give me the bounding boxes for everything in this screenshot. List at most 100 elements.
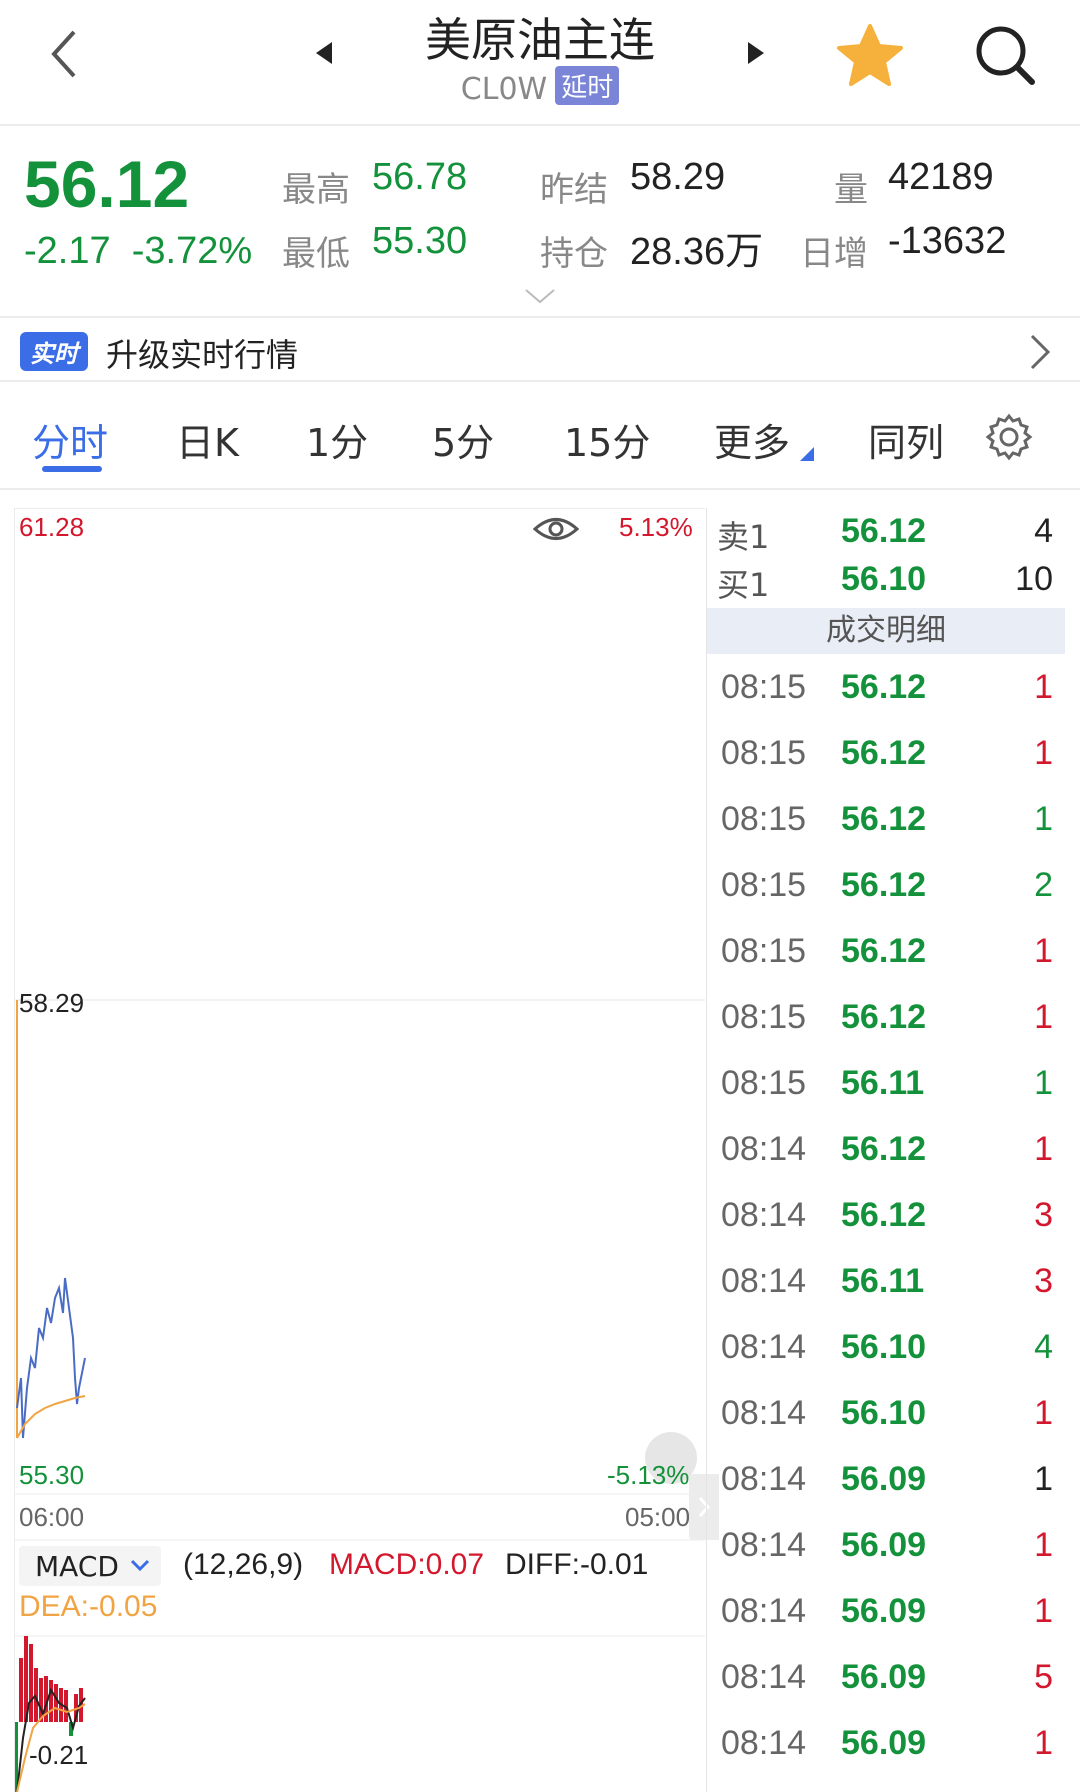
tab-more[interactable]: 更多 (714, 412, 790, 467)
ask-1-row: 卖1 56.12 4 (707, 512, 1065, 558)
upgrade-realtime-banner[interactable]: 实时 升级实时行情 (0, 316, 1080, 382)
ask-1-volume: 4 (1034, 512, 1053, 550)
trade-price: 56.09 (841, 1592, 927, 1630)
trade-row: 08:15 56.12 1 (707, 660, 1065, 720)
macd-params: (12,26,9) (183, 1548, 304, 1581)
trade-volume: 1 (1034, 1064, 1053, 1102)
chevron-down-icon (129, 1554, 151, 1580)
active-tab-indicator (42, 466, 102, 472)
ask-1-label: 卖1 (717, 518, 770, 556)
tab-15min[interactable]: 15分 (564, 412, 650, 467)
trade-row: 08:15 56.12 1 (707, 990, 1065, 1050)
trade-detail-header[interactable]: 成交明细 (707, 608, 1065, 654)
y-max-label: 61.28 (19, 512, 85, 542)
trade-volume: 1 (1034, 932, 1053, 970)
trade-price: 56.12 (841, 1130, 927, 1168)
order-book: 卖1 56.12 4 买1 56.10 10 成交明细 08:15 56.12 1 0… (706, 508, 1065, 1792)
y-max-pct-label: 5.13% (619, 512, 693, 542)
trade-row: 08:14 56.10 1 (707, 1386, 1065, 1446)
bid-1-label: 买1 (717, 566, 770, 604)
ask-1-price: 56.12 (841, 512, 927, 550)
trade-row: 08:15 56.12 1 (707, 726, 1065, 786)
trade-price: 56.11 (841, 1064, 925, 1102)
macd-low-label: -0.21 (29, 1740, 89, 1770)
bid-1-volume: 10 (1015, 560, 1053, 598)
trade-time: 08:15 (721, 1064, 807, 1102)
star-icon[interactable] (835, 20, 905, 90)
tab-5min[interactable]: 5分 (432, 412, 494, 467)
upgrade-text: 升级实时行情 (106, 336, 299, 374)
x-end-label: 05:00 (625, 1502, 691, 1532)
trade-time: 08:14 (721, 1592, 807, 1630)
daily-inc-label: 日增 (800, 234, 868, 274)
average-line (16, 1395, 86, 1439)
trade-price: 56.11 (841, 1262, 925, 1300)
trade-row: 08:14 56.10 4 (707, 1320, 1065, 1380)
trade-volume: 3 (1034, 1262, 1053, 1300)
trade-price: 56.09 (841, 1658, 927, 1696)
trade-time: 08:15 (721, 800, 807, 838)
timeshare-chart[interactable]: 61.28 5.13% 58.29 55.30 -5.13% 06:00 05:… (14, 508, 719, 1792)
prev-settle-label: 昨结 (540, 170, 608, 210)
trade-row: 08:14 56.12 3 (707, 1188, 1065, 1248)
tab-daily-k[interactable]: 日K (176, 412, 239, 467)
low-label: 最低 (282, 234, 350, 274)
trade-volume: 1 (1034, 1724, 1053, 1762)
top-bar: 美原油主连 CL0W 延时 (0, 0, 1080, 126)
trade-volume: 1 (1034, 998, 1053, 1036)
trade-price: 56.10 (841, 1394, 927, 1432)
daily-inc-value: -13632 (888, 220, 1007, 262)
gear-icon[interactable] (984, 412, 1034, 462)
chevron-right-icon (1024, 332, 1054, 372)
trade-volume: 1 (1034, 668, 1053, 706)
trade-volume: 1 (1034, 1460, 1053, 1498)
price-line (16, 1277, 86, 1439)
trade-volume: 1 (1034, 1592, 1053, 1630)
trade-row: 08:14 56.09 1 (707, 1584, 1065, 1644)
trade-time: 08:14 (721, 1394, 807, 1432)
search-icon[interactable] (970, 20, 1040, 90)
trade-price: 56.09 (841, 1724, 927, 1762)
expand-chevron-icon[interactable] (522, 286, 558, 306)
trade-price: 56.12 (841, 998, 927, 1036)
tab-1min[interactable]: 1分 (306, 412, 368, 467)
more-dropdown-icon (800, 446, 814, 461)
trade-row: 08:14 56.09 5 (707, 1650, 1065, 1710)
trade-time: 08:14 (721, 1460, 807, 1498)
prev-contract-icon[interactable] (310, 36, 340, 70)
trade-volume: 1 (1034, 1130, 1053, 1168)
trade-time: 08:15 (721, 668, 807, 706)
trade-price: 56.09 (841, 1526, 927, 1564)
trade-row: 08:15 56.12 1 (707, 792, 1065, 852)
contract-code-text: CL0W (460, 72, 548, 107)
high-label: 最高 (282, 170, 350, 210)
trade-time: 08:15 (721, 866, 807, 904)
page-title: 美原油主连 (425, 13, 655, 67)
trade-volume: 1 (1034, 734, 1053, 772)
bid-1-price: 56.10 (841, 560, 927, 598)
y-min-pct-label: -5.13% (607, 1460, 690, 1490)
trade-row: 08:15 56.12 1 (707, 924, 1065, 984)
dea-value: DEA:-0.05 (19, 1590, 158, 1623)
trade-time: 08:14 (721, 1724, 807, 1762)
chart-tabs: 分时 日K 1分 5分 15分 更多 同列 (0, 382, 1080, 490)
trade-time: 08:14 (721, 1262, 807, 1300)
y-min-label: 55.30 (19, 1460, 85, 1490)
indicator-select[interactable]: MACD (19, 1546, 161, 1586)
next-contract-icon[interactable] (740, 36, 770, 70)
low-value: 55.30 (372, 220, 468, 262)
trade-volume: 3 (1034, 1196, 1053, 1234)
indicator-select-label: MACD (35, 1550, 119, 1583)
tab-peers[interactable]: 同列 (868, 412, 944, 467)
trade-time: 08:15 (721, 734, 807, 772)
tab-timeshare[interactable]: 分时 (32, 412, 108, 467)
trade-time: 08:14 (721, 1130, 807, 1168)
eye-icon[interactable] (532, 514, 580, 544)
trade-row: 08:14 56.09 1 (707, 1716, 1065, 1776)
trade-volume: 1 (1034, 800, 1053, 838)
macd-value: MACD:0.07 (329, 1548, 485, 1581)
trade-time: 08:14 (721, 1526, 807, 1564)
trade-price: 56.12 (841, 734, 927, 772)
back-icon[interactable] (40, 24, 90, 84)
trade-row: 08:15 56.12 2 (707, 858, 1065, 918)
